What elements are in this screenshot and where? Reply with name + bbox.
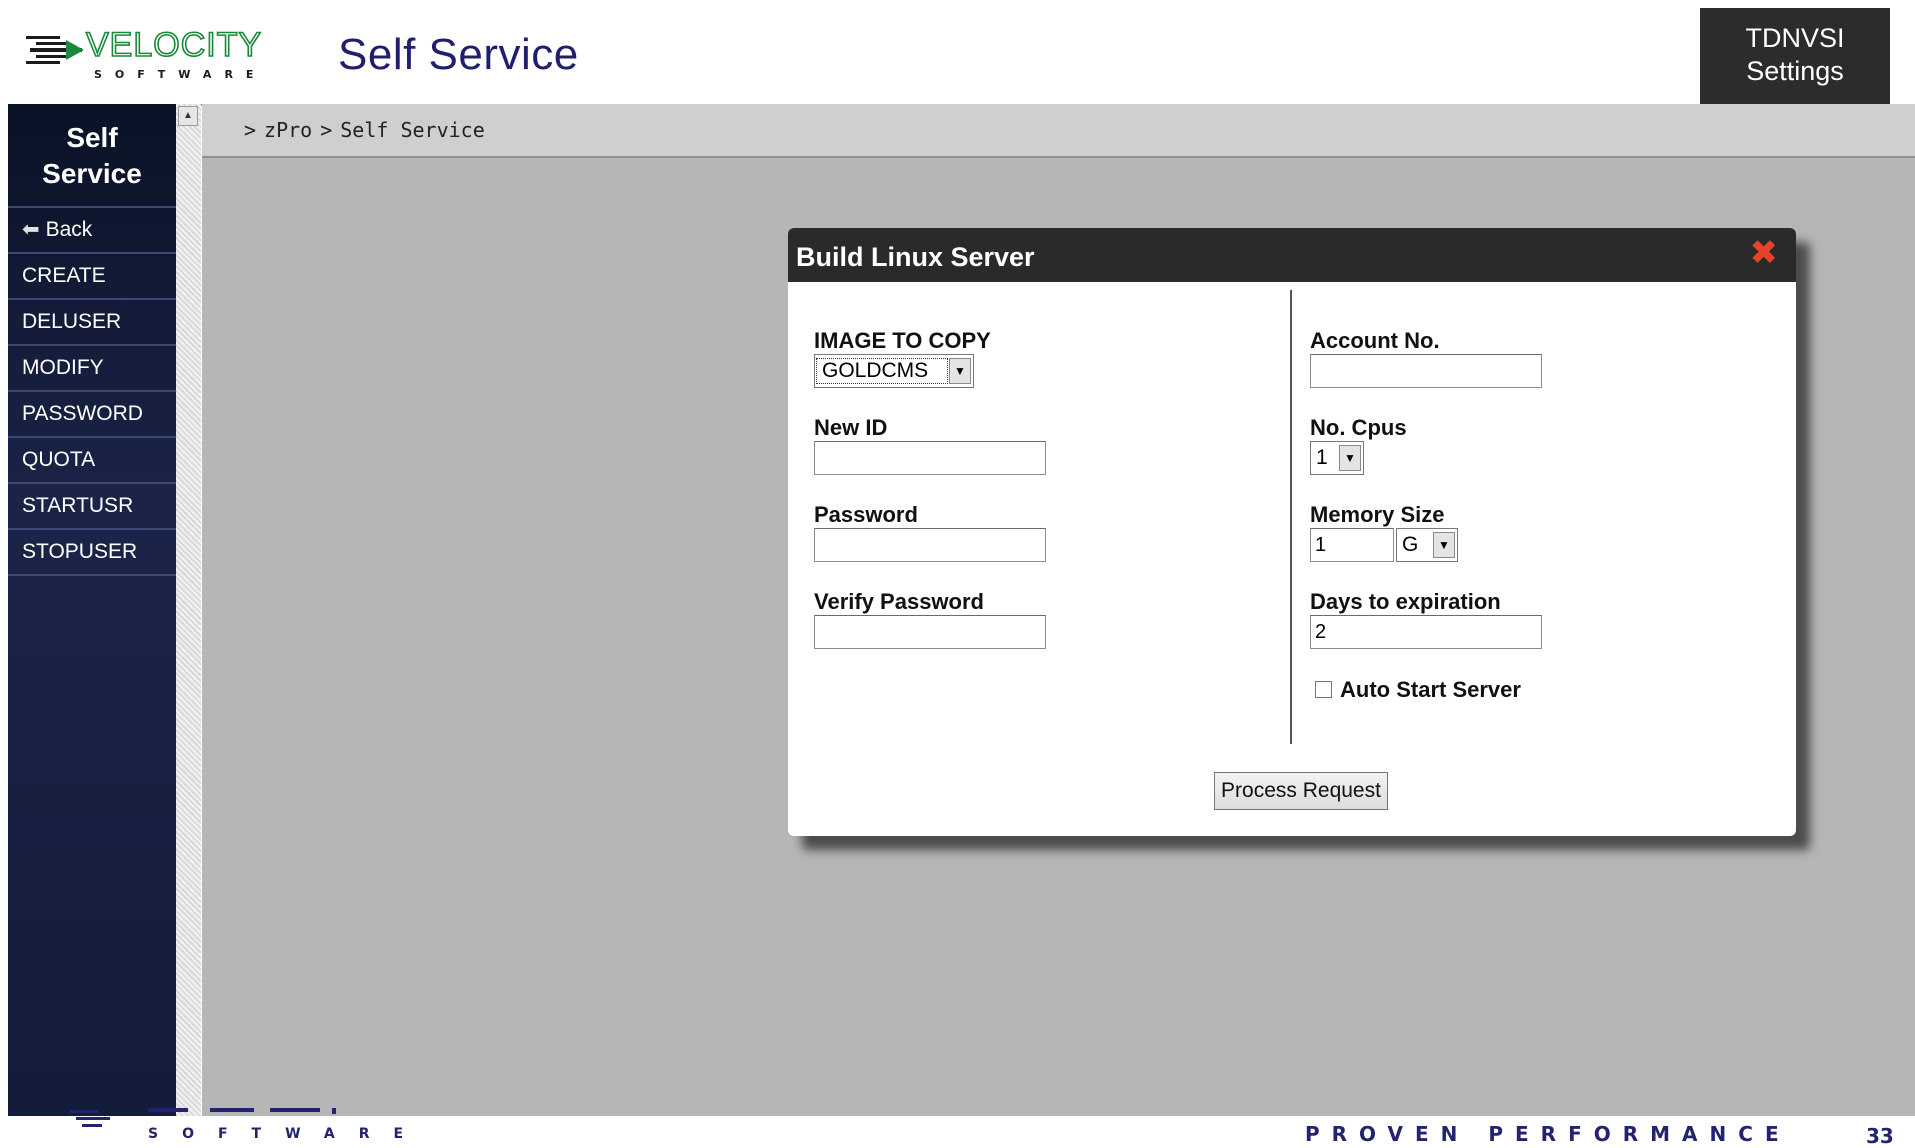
new-id-label: New ID [814, 415, 888, 440]
sidebar-item-modify[interactable]: MODIFY [8, 346, 176, 392]
chevron-down-icon: ▼ [1339, 445, 1361, 471]
sidebar-item-label: CREATE [22, 264, 106, 287]
breadcrumb-separator: > [244, 118, 257, 142]
account-no-input[interactable] [1310, 354, 1542, 388]
image-to-copy-value: GOLDCMS [816, 358, 948, 384]
no-cpus-value: 1 [1316, 446, 1328, 469]
days-to-expiration-label: Days to expiration [1310, 589, 1501, 614]
slide-footer: SOFTWARE PROVEN PERFORMANCE 33 [0, 1108, 1915, 1148]
app-title: Self Service [338, 30, 579, 79]
settings-button[interactable]: TDNVSI Settings [1700, 8, 1890, 104]
page-number: 33 [1866, 1124, 1894, 1148]
app-header: VELOCITY SOFTWARE Self Service TDNVSI Se… [8, 8, 1915, 106]
sidebar-item-deluser[interactable]: DELUSER [8, 300, 176, 346]
footer-velocity-logo: SOFTWARE [70, 1108, 410, 1142]
sidebar-item-label: DELUSER [22, 310, 122, 333]
auto-start-server-label: Auto Start Server [1340, 677, 1521, 702]
password-label: Password [814, 502, 918, 527]
breadcrumb-item-self-service: Self Service [340, 118, 485, 142]
sidebar: Self Service ⬅ Back CREATE DELUSER MODIFY… [8, 104, 176, 1116]
sidebar-item-label: STARTUSR [22, 494, 134, 517]
password-input[interactable] [814, 528, 1046, 562]
sidebar-item-label: PASSWORD [22, 402, 143, 425]
sidebar-item-label: QUOTA [22, 448, 96, 471]
velocity-logo: VELOCITY SOFTWARE [26, 25, 266, 81]
dialog-title: Build Linux Server [796, 242, 1035, 272]
logo-subtext: SOFTWARE [94, 68, 266, 81]
memory-unit-value: G [1402, 533, 1419, 556]
sidebar-item-label: Back [45, 218, 93, 241]
breadcrumb: > zPro > Self Service [202, 104, 1915, 158]
no-cpus-select[interactable]: 1 ▼ [1310, 441, 1364, 475]
back-arrow-icon: ⬅ [22, 218, 40, 241]
memory-size-label: Memory Size [1310, 502, 1445, 527]
account-no-label: Account No. [1310, 328, 1440, 353]
sidebar-item-quota[interactable]: QUOTA [8, 438, 176, 484]
image-to-copy-select[interactable]: GOLDCMS ▼ [814, 354, 974, 388]
close-icon[interactable]: ✖ [1750, 236, 1779, 270]
build-linux-server-dialog: Build Linux Server ✖ IMAGE TO COPY GOLDC… [788, 228, 1796, 836]
column-divider [1290, 290, 1292, 744]
breadcrumb-item-zpro[interactable]: zPro [264, 118, 312, 142]
verify-password-label: Verify Password [814, 589, 984, 614]
footer-tagline: PROVEN PERFORMANCE [1305, 1122, 1791, 1146]
sidebar-item-label: STOPUSER [22, 540, 138, 563]
auto-start-server-checkbox[interactable] [1315, 681, 1332, 698]
verify-password-input[interactable] [814, 615, 1046, 649]
memory-size-input[interactable] [1310, 528, 1394, 562]
image-to-copy-label: IMAGE TO COPY [814, 328, 991, 353]
sidebar-item-label: MODIFY [22, 356, 104, 379]
process-request-button[interactable]: Process Request [1214, 772, 1388, 810]
no-cpus-label: No. Cpus [1310, 415, 1407, 440]
new-id-input[interactable] [814, 441, 1046, 475]
chevron-down-icon: ▼ [949, 358, 971, 384]
footer-logo-subtext: SOFTWARE [148, 1126, 410, 1142]
sidebar-item-create[interactable]: CREATE [8, 254, 176, 300]
settings-user-label: TDNVSI [1745, 23, 1845, 53]
settings-label: Settings [1746, 56, 1844, 86]
sidebar-item-password[interactable]: PASSWORD [8, 392, 176, 438]
days-to-expiration-input[interactable] [1310, 615, 1542, 649]
sidebar-scrollbar[interactable]: ▲ [176, 104, 201, 1116]
sidebar-item-back[interactable]: ⬅ Back [8, 208, 176, 254]
dialog-titlebar: Build Linux Server ✖ [788, 228, 1796, 282]
chevron-down-icon: ▼ [1433, 532, 1455, 558]
sidebar-item-startusr[interactable]: STARTUSR [8, 484, 176, 530]
sidebar-item-stopuser[interactable]: STOPUSER [8, 530, 176, 576]
breadcrumb-separator: > [320, 118, 333, 142]
sidebar-title: Self Service [8, 104, 176, 208]
logo-lines-icon [26, 36, 84, 64]
logo-text: VELOCITY [86, 26, 262, 64]
scroll-up-arrow-icon[interactable]: ▲ [178, 106, 198, 126]
memory-unit-select[interactable]: G ▼ [1396, 528, 1458, 562]
